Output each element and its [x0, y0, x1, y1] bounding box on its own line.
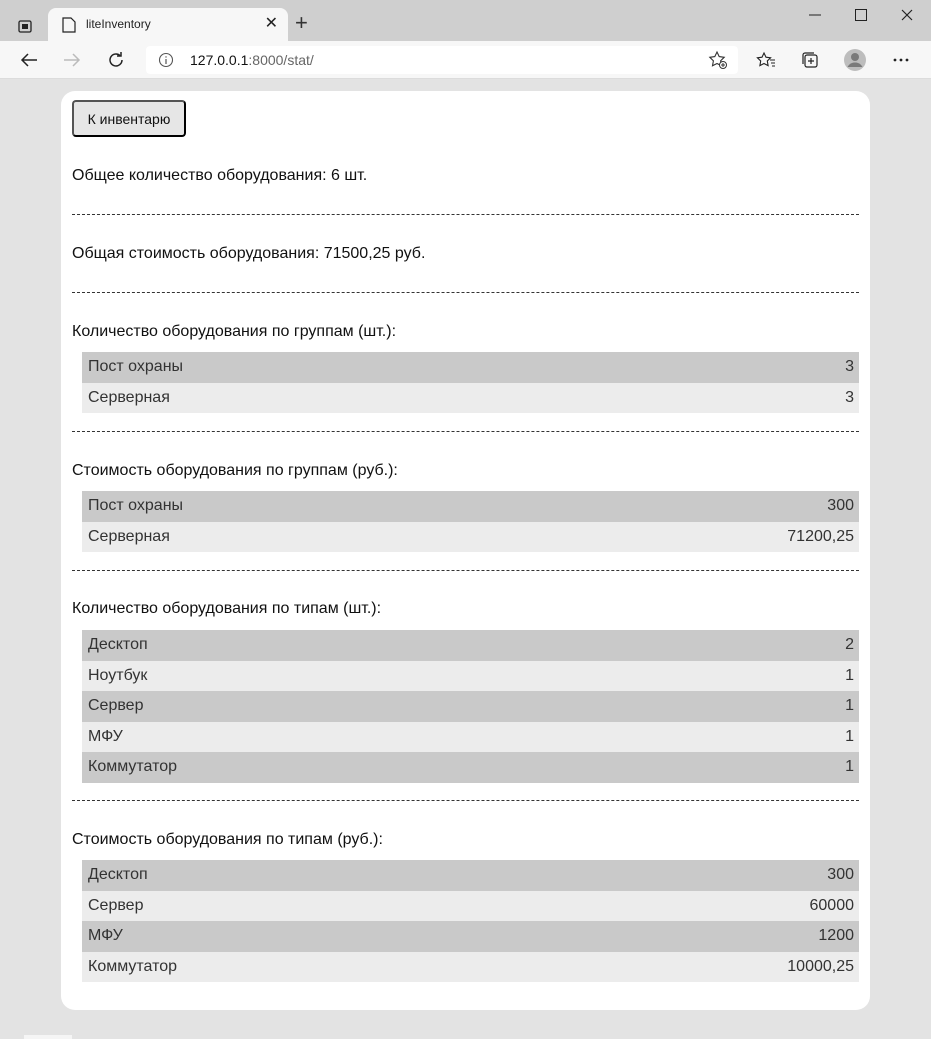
row-name: Десктоп [88, 636, 148, 654]
minimize-icon[interactable] [792, 4, 838, 26]
total-count-text: Общее количество оборудования: 6 шт. [72, 167, 368, 184]
table-row: МФУ 1200 [82, 921, 859, 952]
favorites-icon[interactable] [752, 47, 780, 73]
site-info-icon[interactable] [158, 52, 174, 73]
row-name: Десктоп [88, 866, 148, 884]
row-name: Пост охраны [88, 358, 184, 376]
profile-avatar-icon[interactable] [841, 47, 869, 73]
row-name: Сервер [88, 896, 144, 914]
collections-icon[interactable] [796, 47, 824, 73]
divider [72, 800, 859, 801]
close-tab-icon[interactable]: ✕ [265, 16, 278, 32]
row-value: 1 [845, 666, 854, 684]
cost-by-group-table: Пост охраны 300 Серверная 71200,25 [82, 491, 859, 552]
browser-toolbar: 127.0.0.1:8000/stat/ [0, 41, 931, 79]
new-tab-icon[interactable]: + [295, 12, 308, 34]
table-row: Сервер 60000 [82, 890, 859, 921]
row-value: 10000,25 [787, 957, 854, 975]
row-value: 300 [827, 866, 854, 884]
back-arrow-icon[interactable] [15, 47, 43, 73]
divider [72, 214, 859, 215]
table-row: Пост охраны 300 [82, 491, 859, 522]
row-name: Пост охраны [88, 497, 184, 515]
table-row: Серверная 71200,25 [82, 521, 859, 552]
reload-icon[interactable] [102, 47, 130, 73]
close-window-icon[interactable] [884, 4, 930, 26]
url-text[interactable]: 127.0.0.1:8000/stat/ [190, 52, 314, 68]
row-value: 3 [845, 358, 854, 376]
table-row: Десктоп 300 [82, 860, 859, 891]
forward-arrow-icon[interactable] [58, 47, 86, 73]
add-favorite-icon[interactable] [708, 50, 728, 75]
row-value: 1 [845, 727, 854, 745]
table-row: Пост охраны 3 [82, 352, 859, 383]
bottom-edge-strip [24, 1035, 72, 1039]
table-row: Коммутатор 1 [82, 752, 859, 783]
row-name: МФУ [88, 927, 123, 945]
row-name: Ноутбук [88, 666, 148, 684]
section-title-count-by-type: Количество оборудования по типам (шт.): [72, 600, 382, 617]
stats-card: К инвентарю Общее количество оборудовани… [61, 91, 870, 1010]
table-row: Десктоп 2 [82, 630, 859, 661]
row-name: Серверная [88, 388, 170, 406]
row-value: 1 [845, 697, 854, 715]
tab-bar: liteInventory ✕ + [0, 0, 931, 41]
row-name: Сервер [88, 697, 144, 715]
row-value: 71200,25 [787, 527, 854, 545]
row-value: 60000 [809, 896, 855, 914]
row-name: Серверная [88, 527, 170, 545]
divider [72, 570, 859, 571]
table-row: Ноутбук 1 [82, 660, 859, 691]
row-value: 3 [845, 388, 854, 406]
url-host: 127.0.0.1 [190, 52, 249, 68]
table-row: МФУ 1 [82, 721, 859, 752]
tab-actions-icon[interactable] [10, 11, 40, 41]
more-menu-icon[interactable] [887, 47, 915, 73]
row-name: Коммутатор [88, 957, 178, 975]
browser-tab[interactable]: liteInventory ✕ [48, 8, 288, 41]
total-cost-text: Общая стоимость оборудования: 71500,25 р… [72, 245, 426, 262]
section-title-cost-by-type: Стоимость оборудования по типам (руб.): [72, 831, 383, 848]
row-value: 1 [845, 758, 854, 776]
count-by-type-table: Десктоп 2 Ноутбук 1 Сервер 1 МФУ 1 Коммутато… [82, 630, 859, 783]
section-title-cost-by-group: Стоимость оборудования по группам (руб.)… [72, 462, 398, 479]
table-row: Коммутатор 10000,25 [82, 951, 859, 982]
divider [72, 431, 859, 432]
row-value: 300 [827, 497, 854, 515]
row-value: 1200 [818, 927, 854, 945]
count-by-group-table: Пост охраны 3 Серверная 3 [82, 352, 859, 413]
maximize-icon[interactable] [838, 4, 884, 26]
table-row: Серверная 3 [82, 382, 859, 413]
cost-by-type-table: Десктоп 300 Сервер 60000 МФУ 1200 Коммутато… [82, 860, 859, 982]
row-name: МФУ [88, 727, 123, 745]
section-title-count-by-group: Количество оборудования по группам (шт.)… [72, 323, 397, 340]
row-name: Коммутатор [88, 758, 178, 776]
address-bar[interactable]: 127.0.0.1:8000/stat/ [146, 46, 738, 74]
tab-title: liteInventory [86, 17, 151, 31]
row-value: 2 [845, 636, 854, 654]
divider [72, 292, 859, 293]
table-row: Сервер 1 [82, 691, 859, 722]
url-path: :8000/stat/ [248, 52, 314, 68]
back-to-inventory-button[interactable]: К инвентарю [72, 100, 186, 137]
page-favicon-icon [62, 17, 76, 33]
